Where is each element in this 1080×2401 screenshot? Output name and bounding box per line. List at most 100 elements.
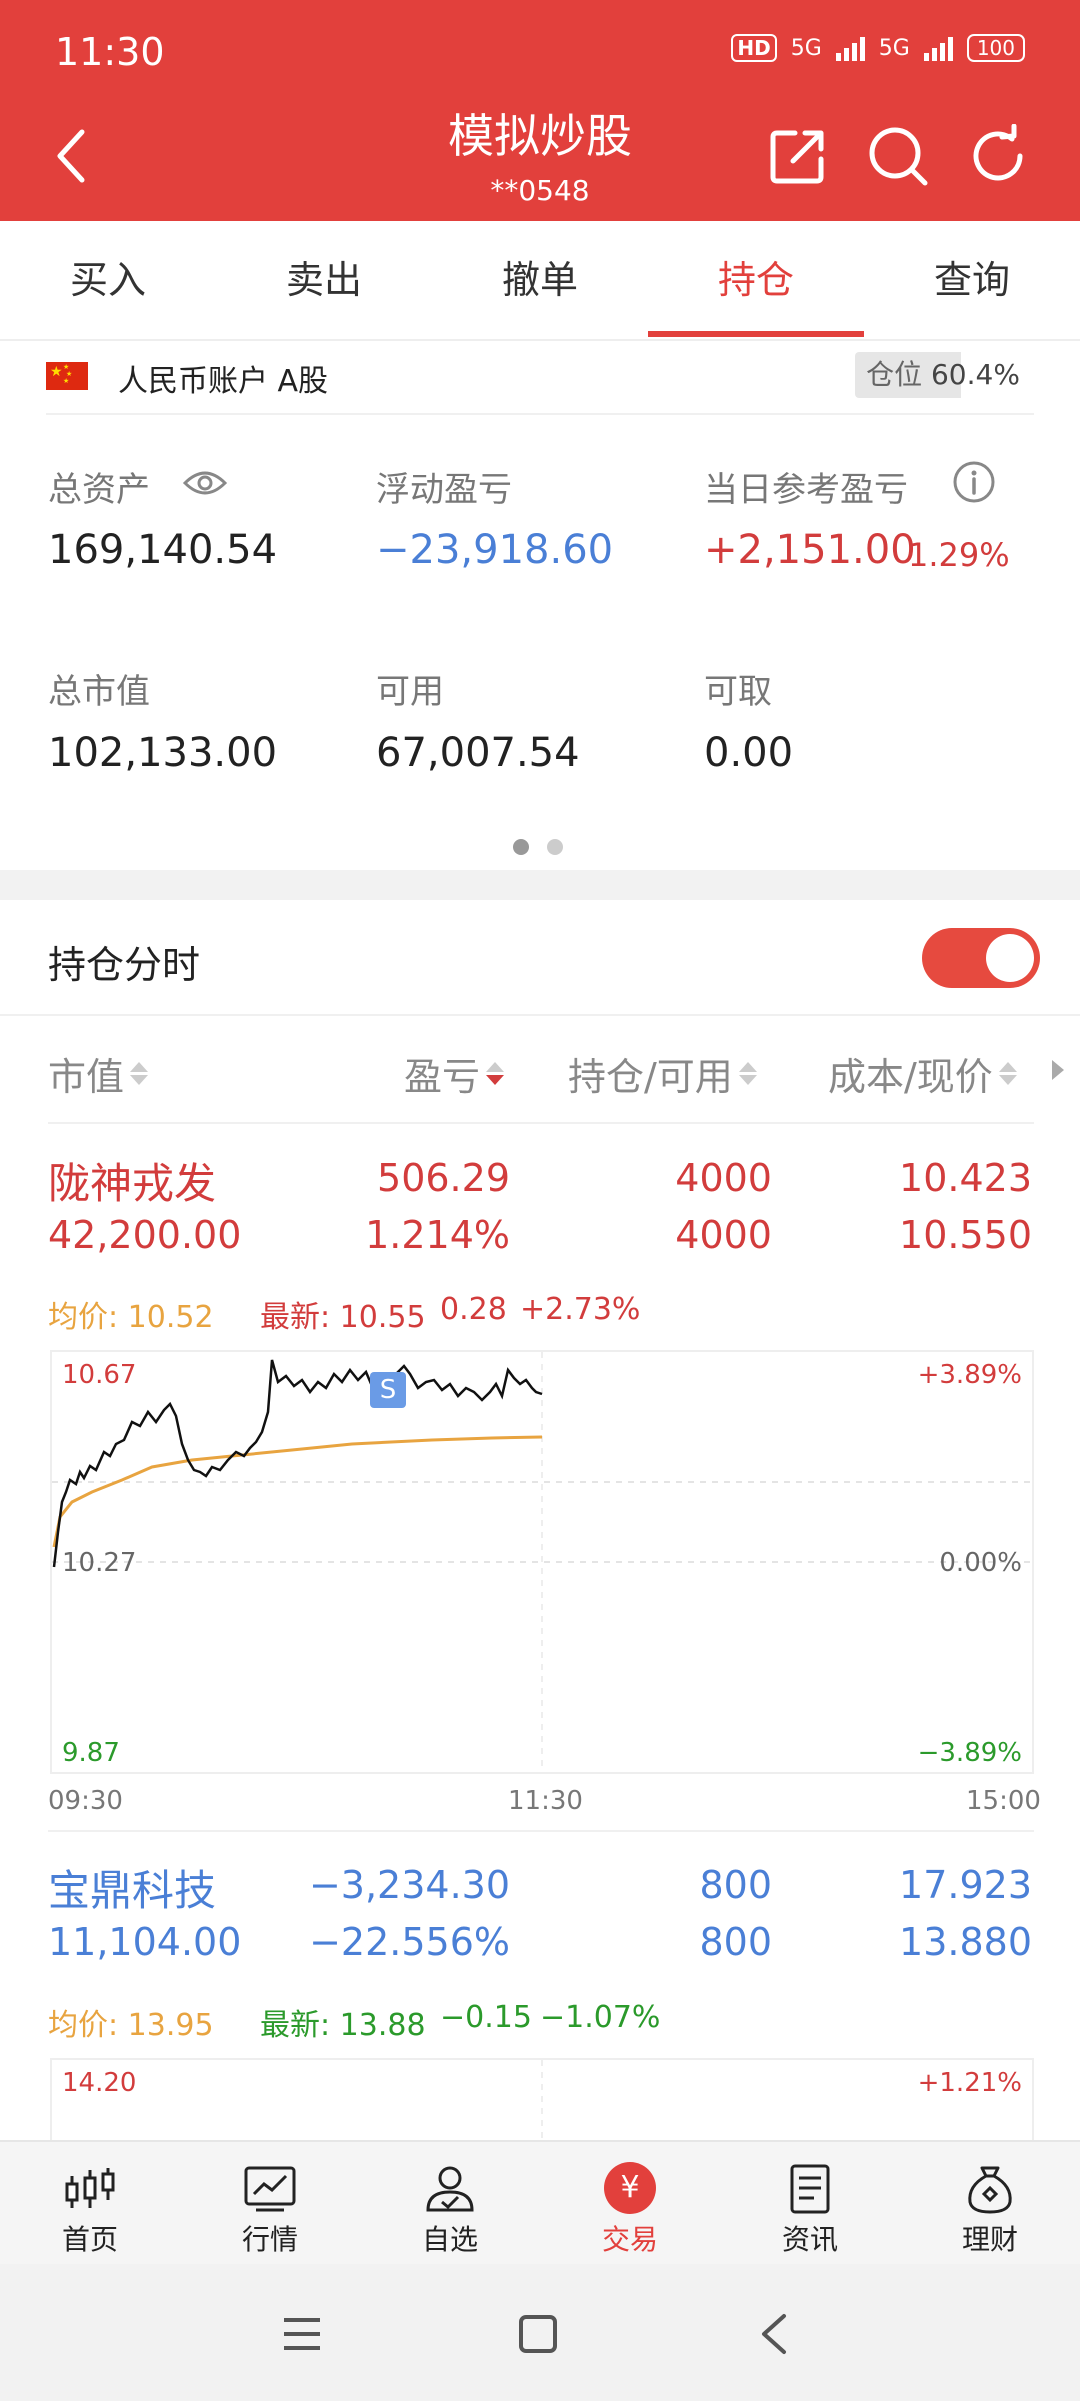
chart-pct-max: +3.89% bbox=[917, 1360, 1022, 1390]
stock-pl-pct: 1.214% bbox=[365, 1213, 510, 1257]
stock-market-value: 42,200.00 bbox=[48, 1213, 242, 1257]
hd-icon: HD bbox=[731, 34, 777, 62]
toggle-knob bbox=[986, 934, 1034, 982]
tab-cancel-order[interactable]: 撤单 bbox=[432, 221, 648, 339]
stock-cost: 10.423 bbox=[899, 1156, 1032, 1200]
nav-label: 首页 bbox=[61, 2223, 118, 2256]
section-title: 持仓分时 bbox=[48, 943, 201, 987]
average-price-line bbox=[52, 1435, 543, 1548]
scroll-right-icon[interactable] bbox=[1052, 1060, 1064, 1080]
nav-watchlist[interactable]: 自选 bbox=[360, 2142, 540, 2266]
time-axis-start: 09:30 bbox=[48, 1786, 123, 1816]
stock-name: 宝鼎科技 bbox=[48, 1866, 217, 1915]
home-square-icon[interactable] bbox=[516, 2312, 560, 2356]
page-dot-1[interactable] bbox=[513, 839, 529, 855]
sort-icon bbox=[130, 1062, 149, 1085]
sell-marker-label: S bbox=[380, 1375, 397, 1405]
column-header-label: 持仓/可用 bbox=[568, 1055, 733, 1099]
floating-pl-value: −23,918.60 bbox=[376, 527, 614, 573]
stock-price: 10.550 bbox=[899, 1213, 1032, 1257]
stock-pl: −3,234.30 bbox=[308, 1863, 510, 1907]
intraday-chart[interactable]: S 10.67 10.27 9.87 +3.89% 0.00% −3.89% bbox=[50, 1350, 1034, 1774]
available-funds-value: 67,007.54 bbox=[376, 730, 580, 776]
nav-home[interactable]: 首页 bbox=[0, 2142, 180, 2266]
price-line bbox=[52, 1359, 543, 1568]
chart-y-max: 10.67 bbox=[62, 1360, 137, 1390]
bottom-navigation: 首页 行情 自选 ¥ 交易 资讯 理财 bbox=[0, 2140, 1080, 2266]
eye-icon[interactable] bbox=[182, 466, 228, 500]
share-button[interactable] bbox=[760, 118, 836, 194]
trade-yuan-icon: ¥ bbox=[604, 2162, 656, 2214]
network-5g-label-2: 5G bbox=[878, 35, 910, 61]
stock-latest-price: 最新: 10.55 bbox=[260, 1300, 426, 1335]
column-header-cost-price[interactable]: 成本/现价 bbox=[828, 1046, 1017, 1101]
column-header-label: 成本/现价 bbox=[828, 1055, 993, 1099]
time-axis-mid: 11:30 bbox=[508, 1786, 583, 1816]
column-header-label: 盈亏 bbox=[404, 1055, 481, 1099]
nav-label: 交易 bbox=[601, 2223, 658, 2256]
status-time: 11:30 bbox=[55, 30, 165, 74]
tab-buy[interactable]: 买入 bbox=[0, 221, 216, 339]
refresh-icon bbox=[973, 124, 1023, 181]
system-back-icon[interactable] bbox=[756, 2312, 792, 2356]
stock-name: 陇神戎发 bbox=[48, 1159, 217, 1208]
status-icons: HD 5G 5G 100 bbox=[731, 34, 1025, 62]
floating-pl-label: 浮动盈亏 bbox=[376, 470, 512, 510]
nav-wealth[interactable]: 理财 bbox=[900, 2142, 1080, 2266]
nav-label: 行情 bbox=[241, 2223, 298, 2256]
money-bag-icon bbox=[968, 2166, 1012, 2214]
divider bbox=[48, 1122, 1034, 1124]
tab-sell[interactable]: 卖出 bbox=[216, 221, 432, 339]
nav-trade[interactable]: ¥ 交易 bbox=[540, 2142, 720, 2266]
time-axis-end: 15:00 bbox=[966, 1786, 1041, 1816]
candlestick-icon bbox=[65, 2168, 115, 2208]
column-header-pl[interactable]: 盈亏 bbox=[404, 1046, 505, 1101]
search-icon bbox=[869, 127, 928, 186]
stock-pl-pct: −22.556% bbox=[309, 1920, 510, 1964]
document-icon bbox=[790, 2164, 830, 2214]
stock-average-price: 均价: 13.95 bbox=[48, 2008, 214, 2043]
stock-change: −0.15 bbox=[440, 2000, 532, 2035]
tab-query[interactable]: 查询 bbox=[864, 221, 1080, 339]
position-ratio-label: 仓位 bbox=[866, 358, 923, 391]
column-header-label: 市值 bbox=[48, 1055, 125, 1099]
withdrawable-value: 0.00 bbox=[704, 730, 794, 776]
chart-pct-mid: 0.00% bbox=[939, 1548, 1022, 1578]
intraday-toggle[interactable] bbox=[922, 928, 1040, 988]
nav-label: 资讯 bbox=[781, 2223, 838, 2256]
stock-holding: 800 bbox=[699, 1863, 772, 1907]
sort-desc-icon bbox=[486, 1062, 505, 1085]
share-icon bbox=[770, 130, 824, 184]
market-value-value: 102,133.00 bbox=[48, 730, 278, 776]
account-type-label: 人民币账户 A股 bbox=[118, 364, 329, 399]
column-header-holding[interactable]: 持仓/可用 bbox=[568, 1046, 757, 1101]
stock-available: 4000 bbox=[675, 1213, 772, 1257]
battery-icon: 100 bbox=[966, 34, 1025, 62]
stock-change-pct: +2.73% bbox=[520, 1292, 641, 1327]
chart-pct-min: −3.89% bbox=[917, 1738, 1022, 1768]
chart-y-min: 9.87 bbox=[62, 1738, 120, 1768]
total-assets-label: 总资产 bbox=[48, 470, 150, 510]
divider bbox=[46, 413, 1034, 415]
daily-pl-value: +2,151.00 bbox=[704, 527, 916, 573]
available-funds-label: 可用 bbox=[376, 672, 444, 712]
refresh-button[interactable] bbox=[960, 118, 1036, 194]
info-icon[interactable] bbox=[952, 460, 996, 504]
column-header-market-value[interactable]: 市值 bbox=[48, 1046, 149, 1101]
active-tab-indicator bbox=[648, 331, 864, 337]
page-dot-2[interactable] bbox=[547, 839, 563, 855]
stock-price: 13.880 bbox=[899, 1920, 1032, 1964]
nav-market[interactable]: 行情 bbox=[180, 2142, 360, 2266]
withdrawable-label: 可取 bbox=[704, 672, 772, 712]
total-assets-value: 169,140.54 bbox=[48, 527, 278, 573]
menu-icon[interactable] bbox=[280, 2314, 324, 2354]
chart-monitor-icon bbox=[244, 2166, 296, 2212]
chart-y-mid: 10.27 bbox=[62, 1548, 137, 1578]
nav-news[interactable]: 资讯 bbox=[720, 2142, 900, 2266]
tab-holdings[interactable]: 持仓 bbox=[648, 221, 864, 339]
intraday-chart-svg: S bbox=[52, 1352, 1032, 1772]
nav-label: 自选 bbox=[421, 2223, 478, 2256]
china-flag-icon: ★ ★ ★ ★ bbox=[46, 362, 88, 390]
position-ratio-value: 60.4% bbox=[930, 358, 1020, 391]
search-button[interactable] bbox=[860, 118, 936, 194]
